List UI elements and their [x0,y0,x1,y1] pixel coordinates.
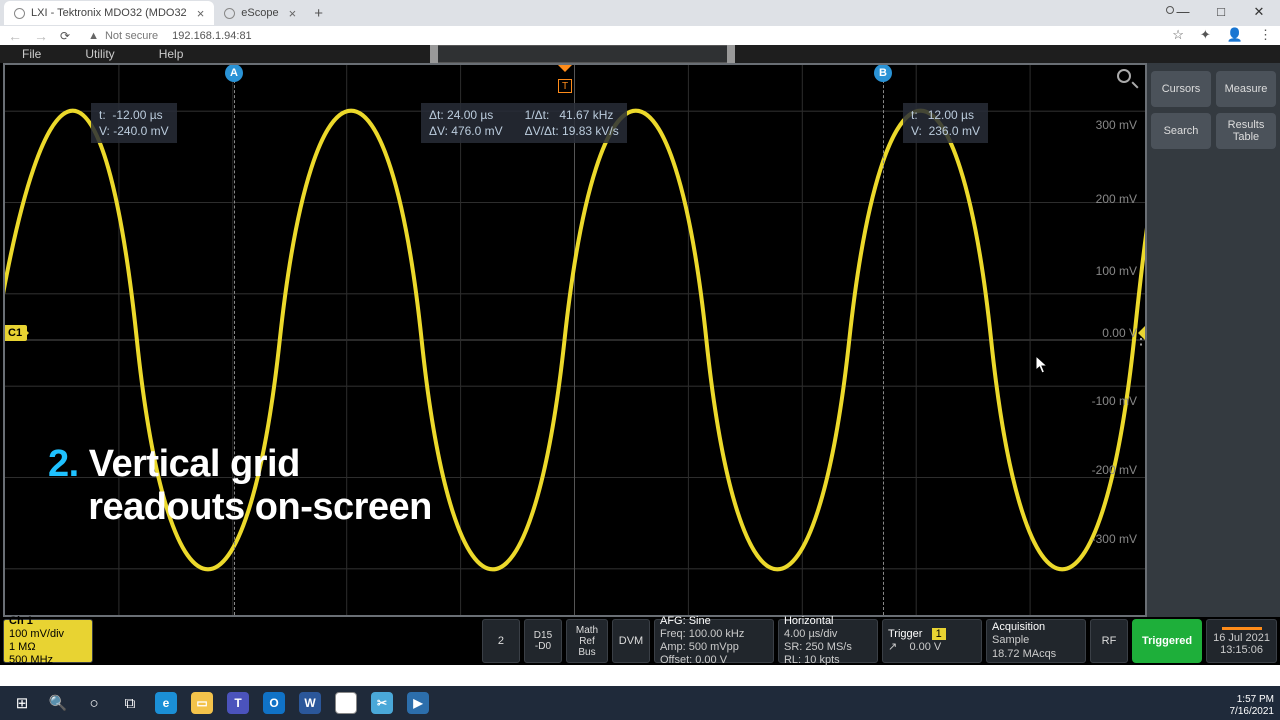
waveform-svg [5,65,1145,615]
ylabel: 200 mV [1096,192,1137,206]
trigger-badge[interactable]: Trigger 1 ↗ 0.00 V [882,619,982,663]
overlay-caption: 2. Vertical grid readouts on-screen [48,443,432,529]
digital-button[interactable]: D15 -D0 [524,619,562,663]
menu-utility[interactable]: Utility [63,47,136,61]
dvm-button[interactable]: DVM [612,619,650,663]
url-text[interactable]: 192.168.1.94:81 [172,30,252,42]
outlook-icon[interactable]: O [256,689,292,717]
channel1-badge[interactable]: Ch 1 100 mV/div 1 MΩ 500 MHz [3,619,93,663]
address-bar[interactable]: ← → ⟳ ▲ Not secure 192.168.1.94:81 [0,26,1280,45]
explorer-icon[interactable]: ▭ [184,689,220,717]
cortana-icon[interactable]: ○ [76,689,112,717]
extensions-icon[interactable]: ✦ [1200,27,1211,43]
ylabel: -100 mV [1092,394,1137,408]
tab-title: LXI - Tektronix MDO32 (MDO32 [31,7,187,19]
time-ruler[interactable] [430,45,735,63]
taskbar-clock[interactable]: 1:57 PM7/16/2021 [1230,694,1275,718]
status-badges: Ch 1 100 mV/div 1 MΩ 500 MHz 2 D15 -D0 M… [0,617,1280,665]
kebab-icon[interactable]: ⋮ [1259,27,1272,43]
date-time-badge[interactable]: 16 Jul 2021 13:15:06 [1206,619,1277,663]
browser-chrome: LXI - Tektronix MDO32 (MDO32 × eScope × … [0,0,1280,45]
rf-button[interactable]: RF [1090,619,1128,663]
ylabel: -300 mV [1092,532,1137,546]
horizontal-badge[interactable]: Horizontal 4.00 µs/div SR: 250 MS/s RL: … [778,619,878,663]
profile-icon[interactable]: 👤 [1227,27,1243,43]
trigger-level-icon[interactable] [1130,325,1146,341]
cursor-delta-readout: Δt: 24.00 µs ΔV: 476.0 mV 1/Δt: 41.67 kH… [421,103,627,143]
new-tab-button[interactable]: + [314,5,323,22]
globe-icon [14,8,25,19]
edge-icon[interactable]: e [148,689,184,717]
acquisition-badge[interactable]: Acquisition Sample 18.72 MAcqs [986,619,1086,663]
cursor-b-marker[interactable]: B [874,64,892,82]
teams-icon[interactable]: T [220,689,256,717]
ylabel: 100 mV [1096,264,1137,278]
afg-badge[interactable]: AFG: Sine Freq: 100.00 kHz Amp: 500 mVpp… [654,619,774,663]
add-channel2-button[interactable]: 2 [482,619,520,663]
oscilloscope-app: File Utility Help Cursors Measure Search… [0,45,1280,665]
ylabel: 300 mV [1096,118,1137,132]
activity-bar-icon [1222,627,1262,630]
camera-icon[interactable]: ▶ [400,689,436,717]
maximize-button[interactable]: □ [1202,2,1240,24]
star-icon[interactable]: ☆ [1172,27,1184,43]
snip-icon[interactable]: ✂ [364,689,400,717]
tab-strip: LXI - Tektronix MDO32 (MDO32 × eScope × … [0,0,1280,26]
forward-button[interactable]: → [34,28,48,44]
close-window-button[interactable]: ✕ [1240,2,1278,24]
globe-icon [224,8,235,19]
start-button[interactable]: ⊞ [4,689,40,717]
menu-file[interactable]: File [0,47,63,61]
cursor-b-line[interactable] [883,65,884,615]
trigger-state[interactable]: Triggered [1132,619,1202,663]
zoom-icon[interactable] [1117,69,1139,91]
search-button[interactable]: Search [1151,113,1211,149]
word-icon[interactable]: W [292,689,328,717]
cursor-a-line[interactable] [234,65,235,615]
browser-tab-lxi[interactable]: LXI - Tektronix MDO32 (MDO32 × [4,1,214,25]
search-icon[interactable]: 🔍 [40,689,76,717]
menu-help[interactable]: Help [137,47,206,61]
trigger-position-icon[interactable]: T [557,65,573,93]
math-ref-bus-button[interactable]: Math Ref Bus [566,619,608,663]
waveform-display[interactable]: 300 mV 200 mV 100 mV 0.00 V -100 mV -200… [3,63,1147,617]
browser-tab-escope[interactable]: eScope × [214,1,306,25]
right-panel: Cursors Measure Search Results Table [1147,63,1280,665]
ylabel: -200 mV [1092,463,1137,477]
taskview-icon[interactable]: ⧉ [112,689,148,717]
mouse-cursor-icon [1035,355,1049,375]
minimize-button[interactable]: — [1164,2,1202,24]
cursors-button[interactable]: Cursors [1151,71,1211,107]
reload-button[interactable]: ⟳ [60,29,70,43]
tab-title: eScope [241,7,278,19]
not-secure-label: Not secure [105,30,158,42]
measure-button[interactable]: Measure [1216,71,1276,107]
cursor-a-readout: t: -12.00 µs V: -240.0 mV [91,103,177,143]
results-table-button[interactable]: Results Table [1216,113,1276,149]
windows-taskbar: ⊞ 🔍 ○ ⧉ e ▭ T O W ◉ ✂ ▶ 1:57 PM7/16/2021 [0,686,1280,720]
channel1-tag[interactable]: C1 [3,325,27,341]
ruler-right-handle[interactable] [727,45,735,63]
back-button[interactable]: ← [8,28,22,44]
chrome-icon[interactable]: ◉ [328,689,364,717]
cursor-a-marker[interactable]: A [225,64,243,82]
ruler-left-handle[interactable] [430,45,438,63]
close-icon[interactable]: × [289,6,297,21]
close-icon[interactable]: × [197,6,205,21]
cursor-b-readout: t: 12.00 µs V: 236.0 mV [903,103,988,143]
warning-icon: ▲ [88,30,99,42]
